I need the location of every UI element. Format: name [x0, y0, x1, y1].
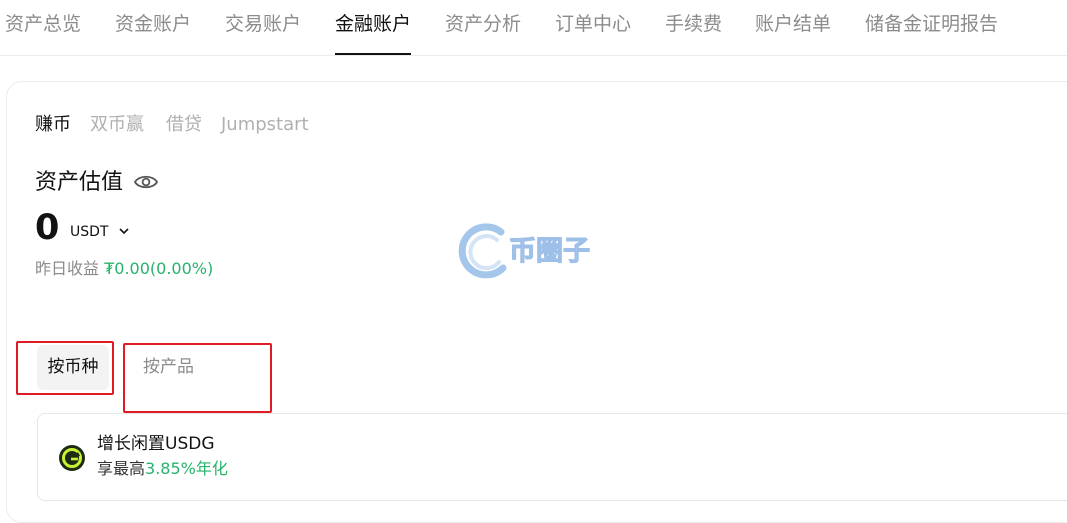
product-rate: 享最高3.85%年化 — [97, 457, 228, 481]
tab-trading-account[interactable]: 交易账户 — [225, 0, 301, 55]
subtab-jumpstart[interactable]: Jumpstart — [221, 113, 309, 137]
watermark-text: 币圈子 — [509, 236, 590, 267]
tab-funding-account[interactable]: 资金账户 — [115, 0, 191, 55]
yesterday-earnings-label: 昨日收益 — [35, 259, 100, 278]
highlight-box-by-product — [123, 343, 272, 413]
product-rate-value: 3.85%年化 — [145, 459, 228, 478]
subtab-earn[interactable]: 赚币 — [35, 113, 71, 137]
yesterday-earnings-value: ₮0.00(0.00%) — [104, 259, 214, 278]
tab-proof-of-reserves[interactable]: 储备金证明报告 — [865, 0, 998, 55]
tab-account-statement[interactable]: 账户结单 — [755, 0, 831, 55]
tab-fees[interactable]: 手续费 — [665, 0, 722, 55]
top-navigation: 资产总览 资金账户 交易账户 金融账户 资产分析 订单中心 手续费 账户结单 储… — [0, 0, 1067, 56]
product-name: 增长闲置USDG — [97, 434, 215, 454]
valuation-title: 资产估值 — [35, 170, 124, 195]
subtab-loan[interactable]: 借贷 — [166, 113, 202, 137]
usdg-coin-icon — [59, 445, 85, 471]
yesterday-earnings: 昨日收益 ₮0.00(0.00%) — [35, 257, 213, 281]
product-rate-prefix: 享最高 — [97, 459, 146, 478]
tab-order-center[interactable]: 订单中心 — [555, 0, 631, 55]
tab-finance-account[interactable]: 金融账户 — [335, 0, 412, 55]
chevron-down-icon[interactable] — [117, 224, 131, 238]
tab-asset-analysis[interactable]: 资产分析 — [445, 0, 521, 55]
subtab-dual-investment[interactable]: 双币赢 — [90, 113, 144, 137]
highlight-box-by-coin — [16, 341, 114, 395]
tab-asset-overview[interactable]: 资产总览 — [5, 0, 81, 55]
eye-icon[interactable] — [133, 171, 159, 193]
valuation-amount: 0 — [35, 208, 60, 248]
watermark-logo: 币圈子 — [458, 223, 591, 279]
valuation-unit[interactable]: USDT — [70, 223, 108, 241]
